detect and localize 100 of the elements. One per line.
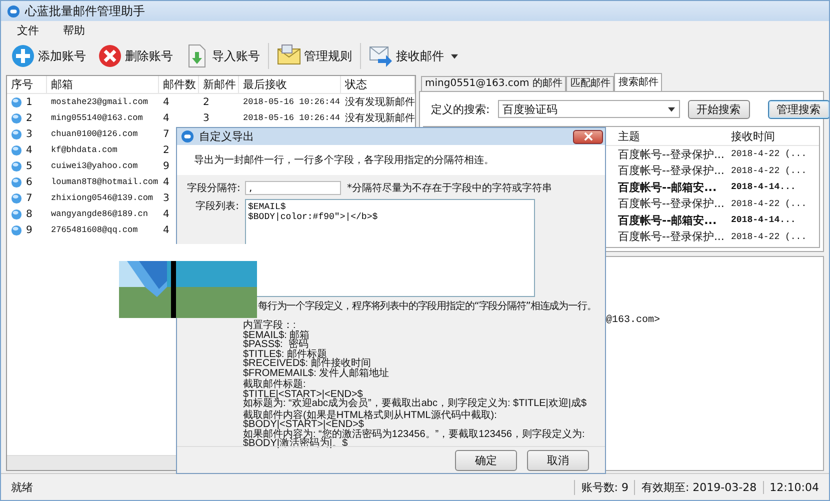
- table-cell: 1: [26, 96, 32, 108]
- table-cell: louman8T8@hotmail.com: [51, 177, 158, 187]
- menu-item[interactable]: 帮助: [63, 22, 85, 38]
- separator-hint: *分隔符尽量为不存在于字段中的字符或字符串: [347, 182, 552, 195]
- dialog-title: 自定义导出: [199, 129, 254, 144]
- envelope-arrow-icon: [369, 44, 393, 68]
- table-cell-text: 2018-4-22 (...: [730, 149, 808, 160]
- app-icon: [181, 130, 194, 143]
- tab[interactable]: ming0551@163.com 的邮件: [421, 76, 566, 91]
- table-cell: 3: [203, 112, 210, 124]
- status-text: 12:10:04: [762, 480, 825, 494]
- toolbar-button[interactable]: 接收邮件: [365, 42, 462, 70]
- table-cell: 8: [26, 208, 32, 220]
- column-header[interactable]: 接收时间: [727, 128, 809, 144]
- ball-icon: [11, 176, 22, 188]
- table-cell: 2: [203, 96, 210, 108]
- field-list-input[interactable]: $EMAIL$ $BODY|color:#f90">|</b>$: [245, 199, 535, 297]
- column-header[interactable]: 状态: [341, 76, 415, 93]
- ball-icon: [11, 128, 22, 140]
- help-text: $TITLE|<START>|<END>$: [243, 390, 363, 399]
- ball-icon: [11, 144, 22, 156]
- help-text: $TITLE$: 邮件标题: [243, 350, 327, 359]
- search-button[interactable]: 开始搜索: [688, 100, 750, 118]
- close-icon: [584, 132, 592, 141]
- column-header[interactable]: 最后接收: [239, 76, 341, 93]
- table-cell: chuan0100@126.com: [51, 129, 138, 139]
- dialog-note: 每行为一个字段定义，程序将列表中的字段用指定的“字段分隔符”相连成为一行。: [257, 301, 597, 313]
- toolbar-button[interactable]: 管理规则: [273, 42, 356, 70]
- tab[interactable]: 匹配邮件: [566, 76, 614, 91]
- status-text: 就绪: [10, 480, 34, 494]
- table-cell-text: 2018-4-22 (...: [730, 166, 808, 176]
- search-label: 定义的搜索:: [431, 102, 490, 116]
- table-cell-text: 2018-4-22 (...: [730, 198, 808, 209]
- window-title: 心蓝批量邮件管理助手: [25, 2, 145, 20]
- table-cell: kf@bhdata.com: [51, 145, 118, 155]
- tab[interactable]: 搜索邮件: [614, 73, 662, 91]
- status-text: 有效期至: 2019-03-28: [634, 480, 763, 494]
- ball-icon: [11, 224, 22, 236]
- app-icon: [7, 4, 20, 18]
- field-label: 字段分隔符:: [187, 182, 239, 195]
- close-button[interactable]: [573, 130, 603, 144]
- table-cell: 3: [163, 192, 170, 204]
- table-cell: 4: [163, 96, 170, 108]
- table-cell: 3: [26, 128, 32, 140]
- table-cell: ming055140@163.com: [51, 113, 143, 123]
- table-cell: wangyangde86@189.cn: [51, 209, 148, 219]
- table-cell-text: 2018-4-14...: [730, 182, 797, 192]
- help-text: 截取邮件内容(如果是HTML格式则从HTML源代码中截取):: [243, 410, 498, 420]
- table-cell: 2: [26, 112, 32, 124]
- dialog-button[interactable]: 取消: [527, 450, 589, 470]
- toolbar-button[interactable]: 删除账号: [94, 42, 177, 70]
- table-cell: 4: [163, 112, 170, 124]
- table-cell: 5: [26, 160, 32, 172]
- table-cell: 9: [26, 224, 32, 236]
- help-text: 如标题为: “欢迎abc成为会员”，要截取出abc，则字段定义为: $TITLE|欢迎|成$: [243, 399, 588, 408]
- delete-icon: [98, 44, 122, 68]
- column-header[interactable]: 邮件数: [159, 76, 199, 93]
- caret-icon: [668, 106, 675, 112]
- help-text: $RECEIVED$: 邮件接收时间: [243, 359, 371, 368]
- ball-icon: [11, 96, 22, 108]
- table-cell: 4: [163, 224, 170, 236]
- field-label: 字段列表:: [194, 200, 239, 213]
- column-header[interactable]: 主题: [614, 128, 727, 144]
- ball-icon: [11, 112, 22, 124]
- plus-icon: [11, 44, 35, 68]
- table-cell-text: 百度帐号--登录保护...: [617, 163, 726, 178]
- ball-icon: [11, 208, 22, 220]
- search-button[interactable]: 管理搜索: [768, 100, 829, 118]
- preview-text: @163.com>: [606, 315, 660, 326]
- table-cell: 2018-05-16 10:26:44: [243, 113, 340, 123]
- help-text: 截取邮件标题:: [243, 380, 306, 390]
- table-cell: 2018-05-16 10:26:44: [243, 97, 340, 107]
- help-text: $EMAIL$: 邮箱: [243, 330, 311, 340]
- status-text: 账号数: 9: [574, 480, 634, 494]
- table-cell-text: 百度帐号--邮箱安...: [617, 212, 718, 228]
- toolbar-button[interactable]: 添加账号: [7, 42, 90, 70]
- table-cell: 4: [26, 144, 32, 156]
- column-header[interactable]: 序号: [7, 76, 47, 93]
- table-cell-text: 百度帐号--登录保护...: [617, 196, 726, 212]
- help-text: 内置字段：:: [243, 321, 296, 330]
- table-cell-text: 没有发现新邮件: [345, 96, 415, 109]
- table-cell: 9: [163, 160, 170, 172]
- column-header[interactable]: 邮箱: [47, 76, 159, 93]
- table-cell: mostahe23@gmail.com: [51, 97, 148, 107]
- dialog-button[interactable]: 确定: [455, 450, 517, 470]
- table-cell-text: 没有发现新邮件: [345, 112, 415, 125]
- ball-icon: [11, 192, 22, 204]
- help-text: $BODY|<START>|<END>$: [243, 420, 364, 430]
- column-header[interactable]: 新邮件: [199, 76, 239, 93]
- table-cell: 6: [26, 176, 32, 188]
- table-cell-text: 百度帐号--邮箱安...: [617, 180, 718, 195]
- table-cell: 4: [163, 176, 170, 188]
- toolbar-button[interactable]: 导入账号: [181, 42, 264, 70]
- ball-icon: [11, 160, 22, 172]
- table-cell-text: 百度帐号--登录保护...: [617, 146, 726, 162]
- menu-item[interactable]: 文件: [17, 22, 39, 38]
- help-text: $FROMEMAIL$: 发件人邮箱地址: [243, 368, 390, 378]
- search-dropdown[interactable]: 百度验证码: [498, 100, 680, 118]
- table-cell-text: 百度帐号--登录保护...: [617, 229, 726, 244]
- separator-field[interactable]: ,: [245, 181, 341, 195]
